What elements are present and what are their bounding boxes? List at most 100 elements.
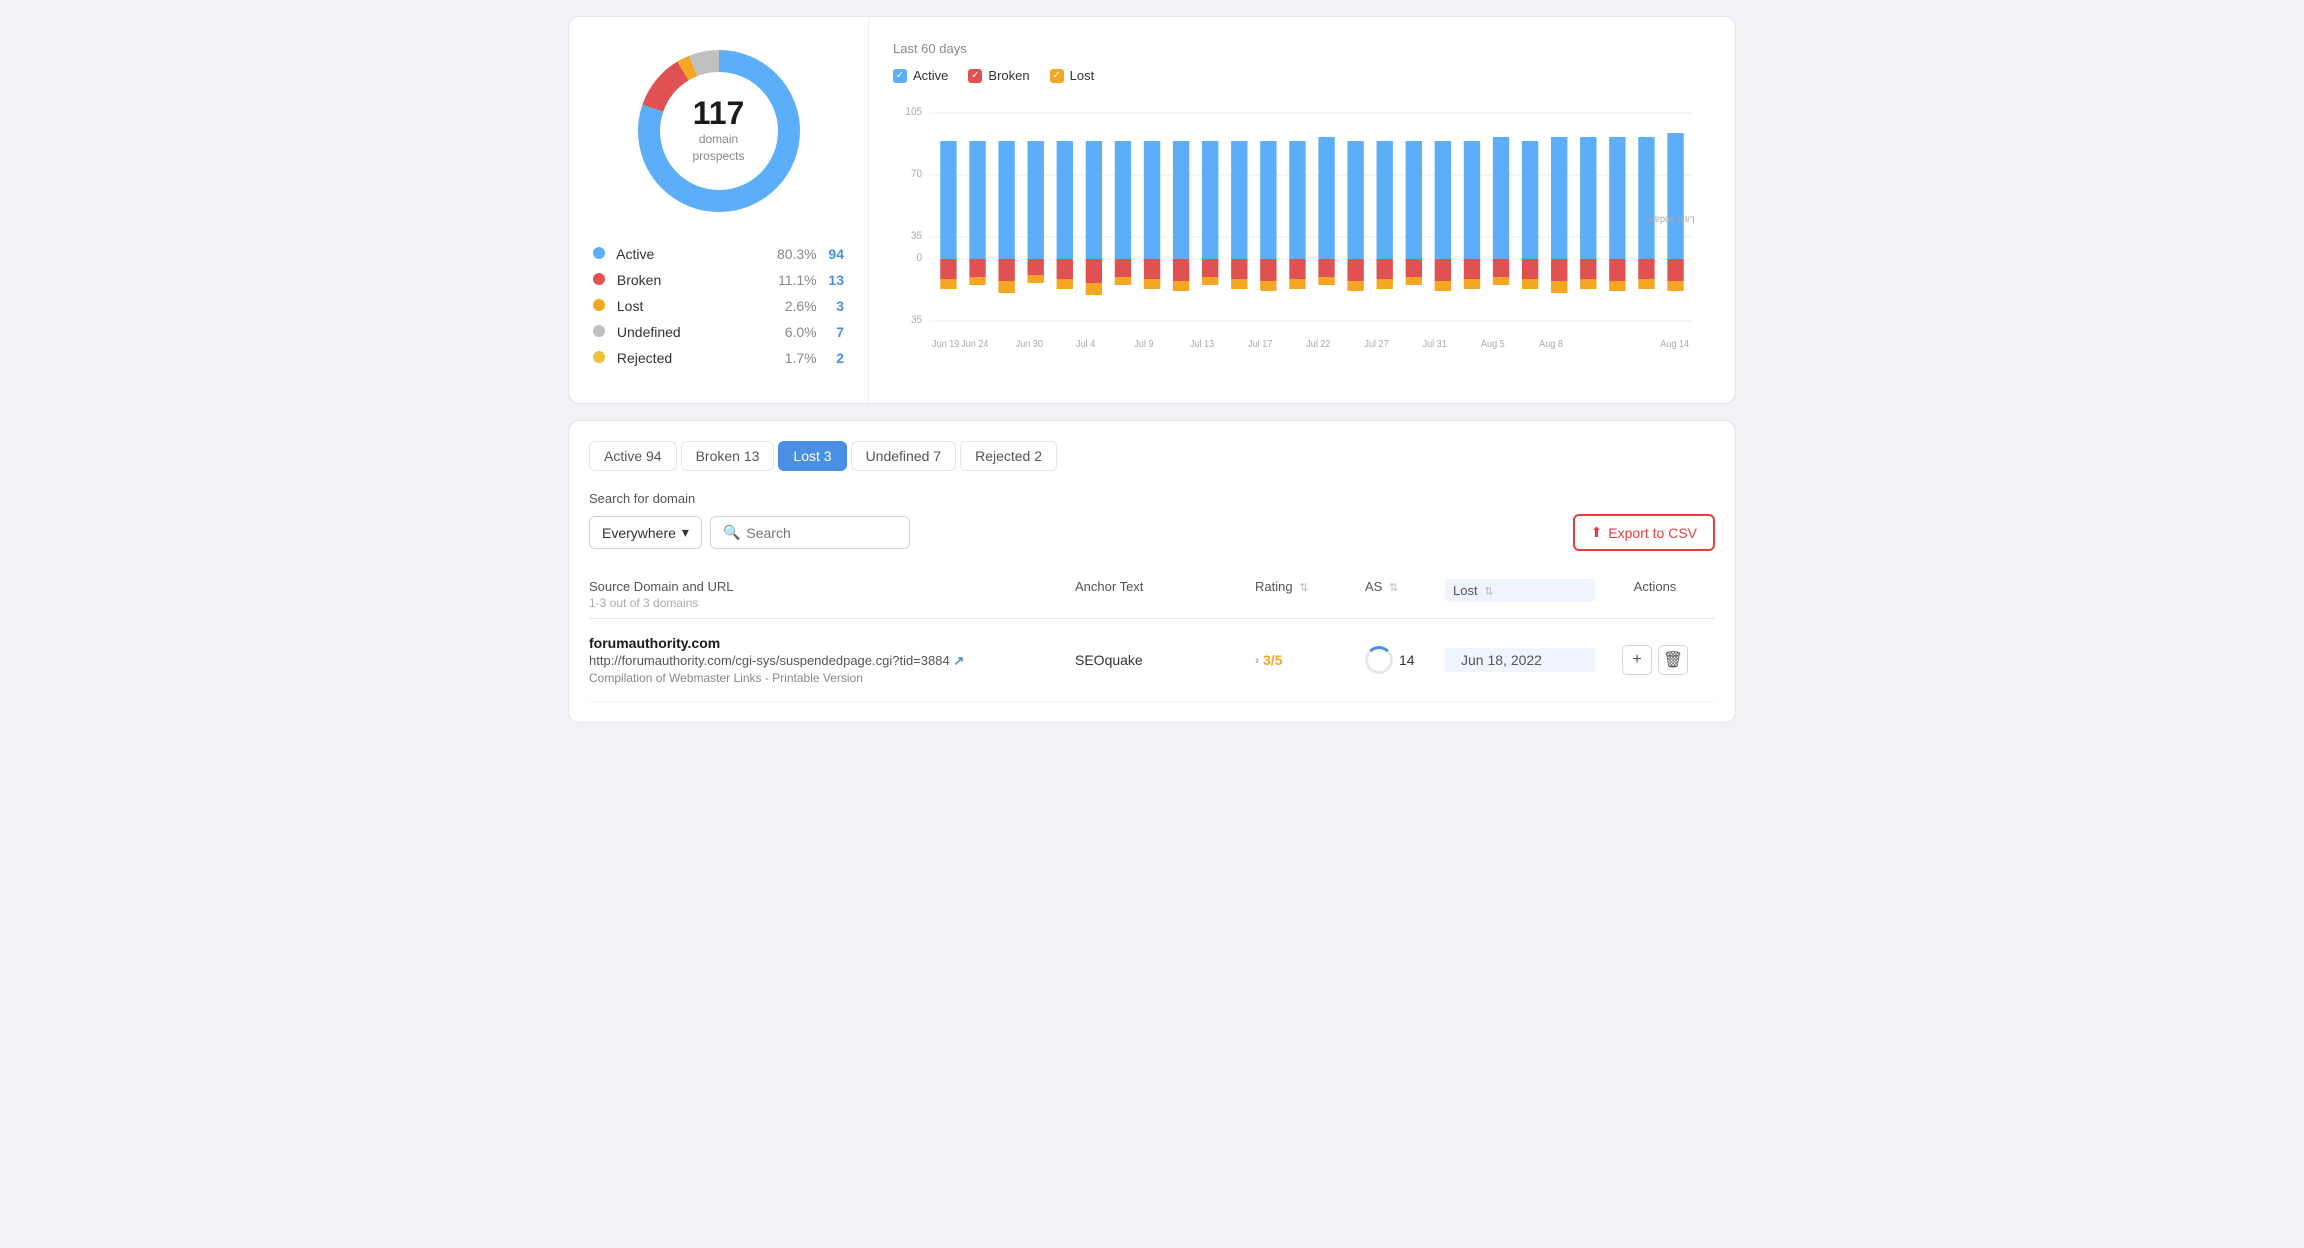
upload-icon: ⬆ [1591,524,1603,541]
search-label: Search for domain [589,491,1715,506]
legend-name: Lost [617,298,643,314]
legend-pct: 80.3% [747,241,817,267]
chart-area: 105 70 35 0 35 [893,99,1711,379]
rating-sort-icon[interactable]: ⇅ [1299,582,1308,594]
chart-bars [940,133,1683,295]
legend-dot [593,325,605,337]
domain-url: http://forumauthority.com/cgi-sys/suspen… [589,653,1075,669]
legend-dot-cell: Active [593,241,747,267]
svg-text:35: 35 [911,314,922,327]
legend-table: Active 80.3% 94 Broken 11.1% 13 Lost 2.6… [593,241,844,371]
legend-pct: 1.7% [747,345,817,371]
add-action-button[interactable]: + [1622,645,1652,675]
search-row: Everywhere ▾ 🔍 ⬆ Export to CSV [589,514,1715,551]
legend-dot [593,273,605,285]
chart-legend-label: Broken [988,68,1029,83]
legend-name: Rejected [617,350,672,366]
row-lost: Jun 18, 2022 [1445,648,1595,672]
chart-legend-checkbox[interactable]: ✓ [1050,69,1064,83]
location-dropdown[interactable]: Everywhere ▾ [589,516,702,549]
search-input-wrap: 🔍 [710,516,910,549]
tab-active[interactable]: Active 94 [589,441,677,471]
search-left: Everywhere ▾ 🔍 [589,516,910,549]
lost-date: Jun 18, 2022 [1453,652,1542,668]
col-rating-header: Rating ⇅ [1255,579,1365,594]
svg-text:0: 0 [917,252,923,265]
svg-text:35: 35 [911,230,922,243]
anchor-header-label: Anchor Text [1075,579,1255,594]
anchor-text-value: SEOquake [1075,652,1143,668]
chart-legend-label: Active [913,68,948,83]
row-anchor: SEOquake [1075,652,1255,668]
dropdown-value: Everywhere [602,525,676,541]
table-row: forumauthority.com http://forumauthority… [589,619,1715,702]
svg-text:Aug 14: Aug 14 [1660,339,1689,351]
donut-center: 117 domainprospects [692,97,744,165]
search-section: Search for domain Everywhere ▾ 🔍 ⬆ Expor… [589,491,1715,551]
chart-legend-item: ✓ Broken [968,68,1029,83]
chart-period: Last 60 days [893,41,1711,56]
total-count: 117 [692,97,744,129]
donut-chart: 117 domainprospects [629,41,809,221]
col-lost-header: Lost ⇅ [1445,579,1595,602]
tab-undefined[interactable]: Undefined 7 [851,441,957,471]
as-circle-icon [1365,646,1393,674]
chart-legend-checkbox[interactable]: ✓ [968,69,982,83]
chart-legend: ✓ Active ✓ Broken ✓ Lost [893,68,1711,83]
svg-text:Jul 31: Jul 31 [1423,339,1447,351]
tab-broken[interactable]: Broken 13 [681,441,775,471]
tab-rejected[interactable]: Rejected 2 [960,441,1057,471]
chart-legend-label: Lost [1070,68,1095,83]
action-buttons: + 🗑 [1595,645,1715,675]
legend-pct: 11.1% [747,267,817,293]
legend-pct: 2.6% [747,293,817,319]
legend-dot [593,247,605,259]
legend-row: Active 80.3% 94 [593,241,844,267]
svg-text:Jul 9: Jul 9 [1134,339,1153,351]
lost-sort-icon[interactable]: ⇅ [1484,586,1493,598]
tab-lost[interactable]: Lost 3 [778,441,846,471]
svg-text:Jul 22: Jul 22 [1306,339,1330,351]
as-header-label: AS ⇅ [1365,579,1445,594]
actions-header-label: Actions [1595,579,1715,594]
bar-chart-svg: 105 70 35 0 35 [893,99,1711,379]
table-header: Source Domain and URL 1-3 out of 3 domai… [589,567,1715,619]
row-actions: + 🗑 [1595,645,1715,675]
chart-legend-checkbox[interactable]: ✓ [893,69,907,83]
legend-dot [593,351,605,363]
as-sort-icon[interactable]: ⇅ [1389,582,1398,594]
col-source-header: Source Domain and URL 1-3 out of 3 domai… [589,579,1075,610]
rating-value: › 3/5 [1255,652,1365,668]
delete-action-button[interactable]: 🗑 [1658,645,1688,675]
legend-count: 13 [817,267,844,293]
legend-name: Broken [617,272,661,288]
rating-header-label: Rating ⇅ [1255,579,1365,594]
total-label: domainprospects [692,131,744,165]
export-label: Export to CSV [1608,525,1697,541]
export-csv-button[interactable]: ⬆ Export to CSV [1573,514,1715,551]
svg-text:Last update: Last update [1647,213,1694,225]
source-header-label: Source Domain and URL [589,579,1075,594]
search-input[interactable] [746,525,897,541]
svg-text:Jul 4: Jul 4 [1076,339,1096,351]
external-link-icon[interactable]: ↗ [953,653,964,668]
source-subheader: 1-3 out of 3 domains [589,596,1075,610]
chart-legend-item: ✓ Active [893,68,948,83]
legend-dot-cell: Broken [593,267,747,293]
col-anchor-header: Anchor Text [1075,579,1255,594]
rating-arrow: › [1255,653,1259,667]
svg-text:70: 70 [911,168,922,181]
as-number: 14 [1399,652,1415,668]
as-value: 14 [1365,646,1445,674]
row-as: 14 [1365,646,1445,674]
legend-pct: 6.0% [747,319,817,345]
svg-text:Aug 8: Aug 8 [1539,339,1563,351]
row-source: forumauthority.com http://forumauthority… [589,635,1075,685]
top-stats-card: 117 domainprospects Active 80.3% 94 Brok… [568,16,1736,404]
legend-row: Broken 11.1% 13 [593,267,844,293]
row-rating: › 3/5 [1255,652,1365,668]
svg-text:Jun 19: Jun 19 [932,339,959,351]
legend-row: Rejected 1.7% 2 [593,345,844,371]
right-panel: Last 60 days ✓ Active ✓ Broken ✓ Lost 10… [869,17,1735,403]
legend-name: Undefined [617,324,681,340]
